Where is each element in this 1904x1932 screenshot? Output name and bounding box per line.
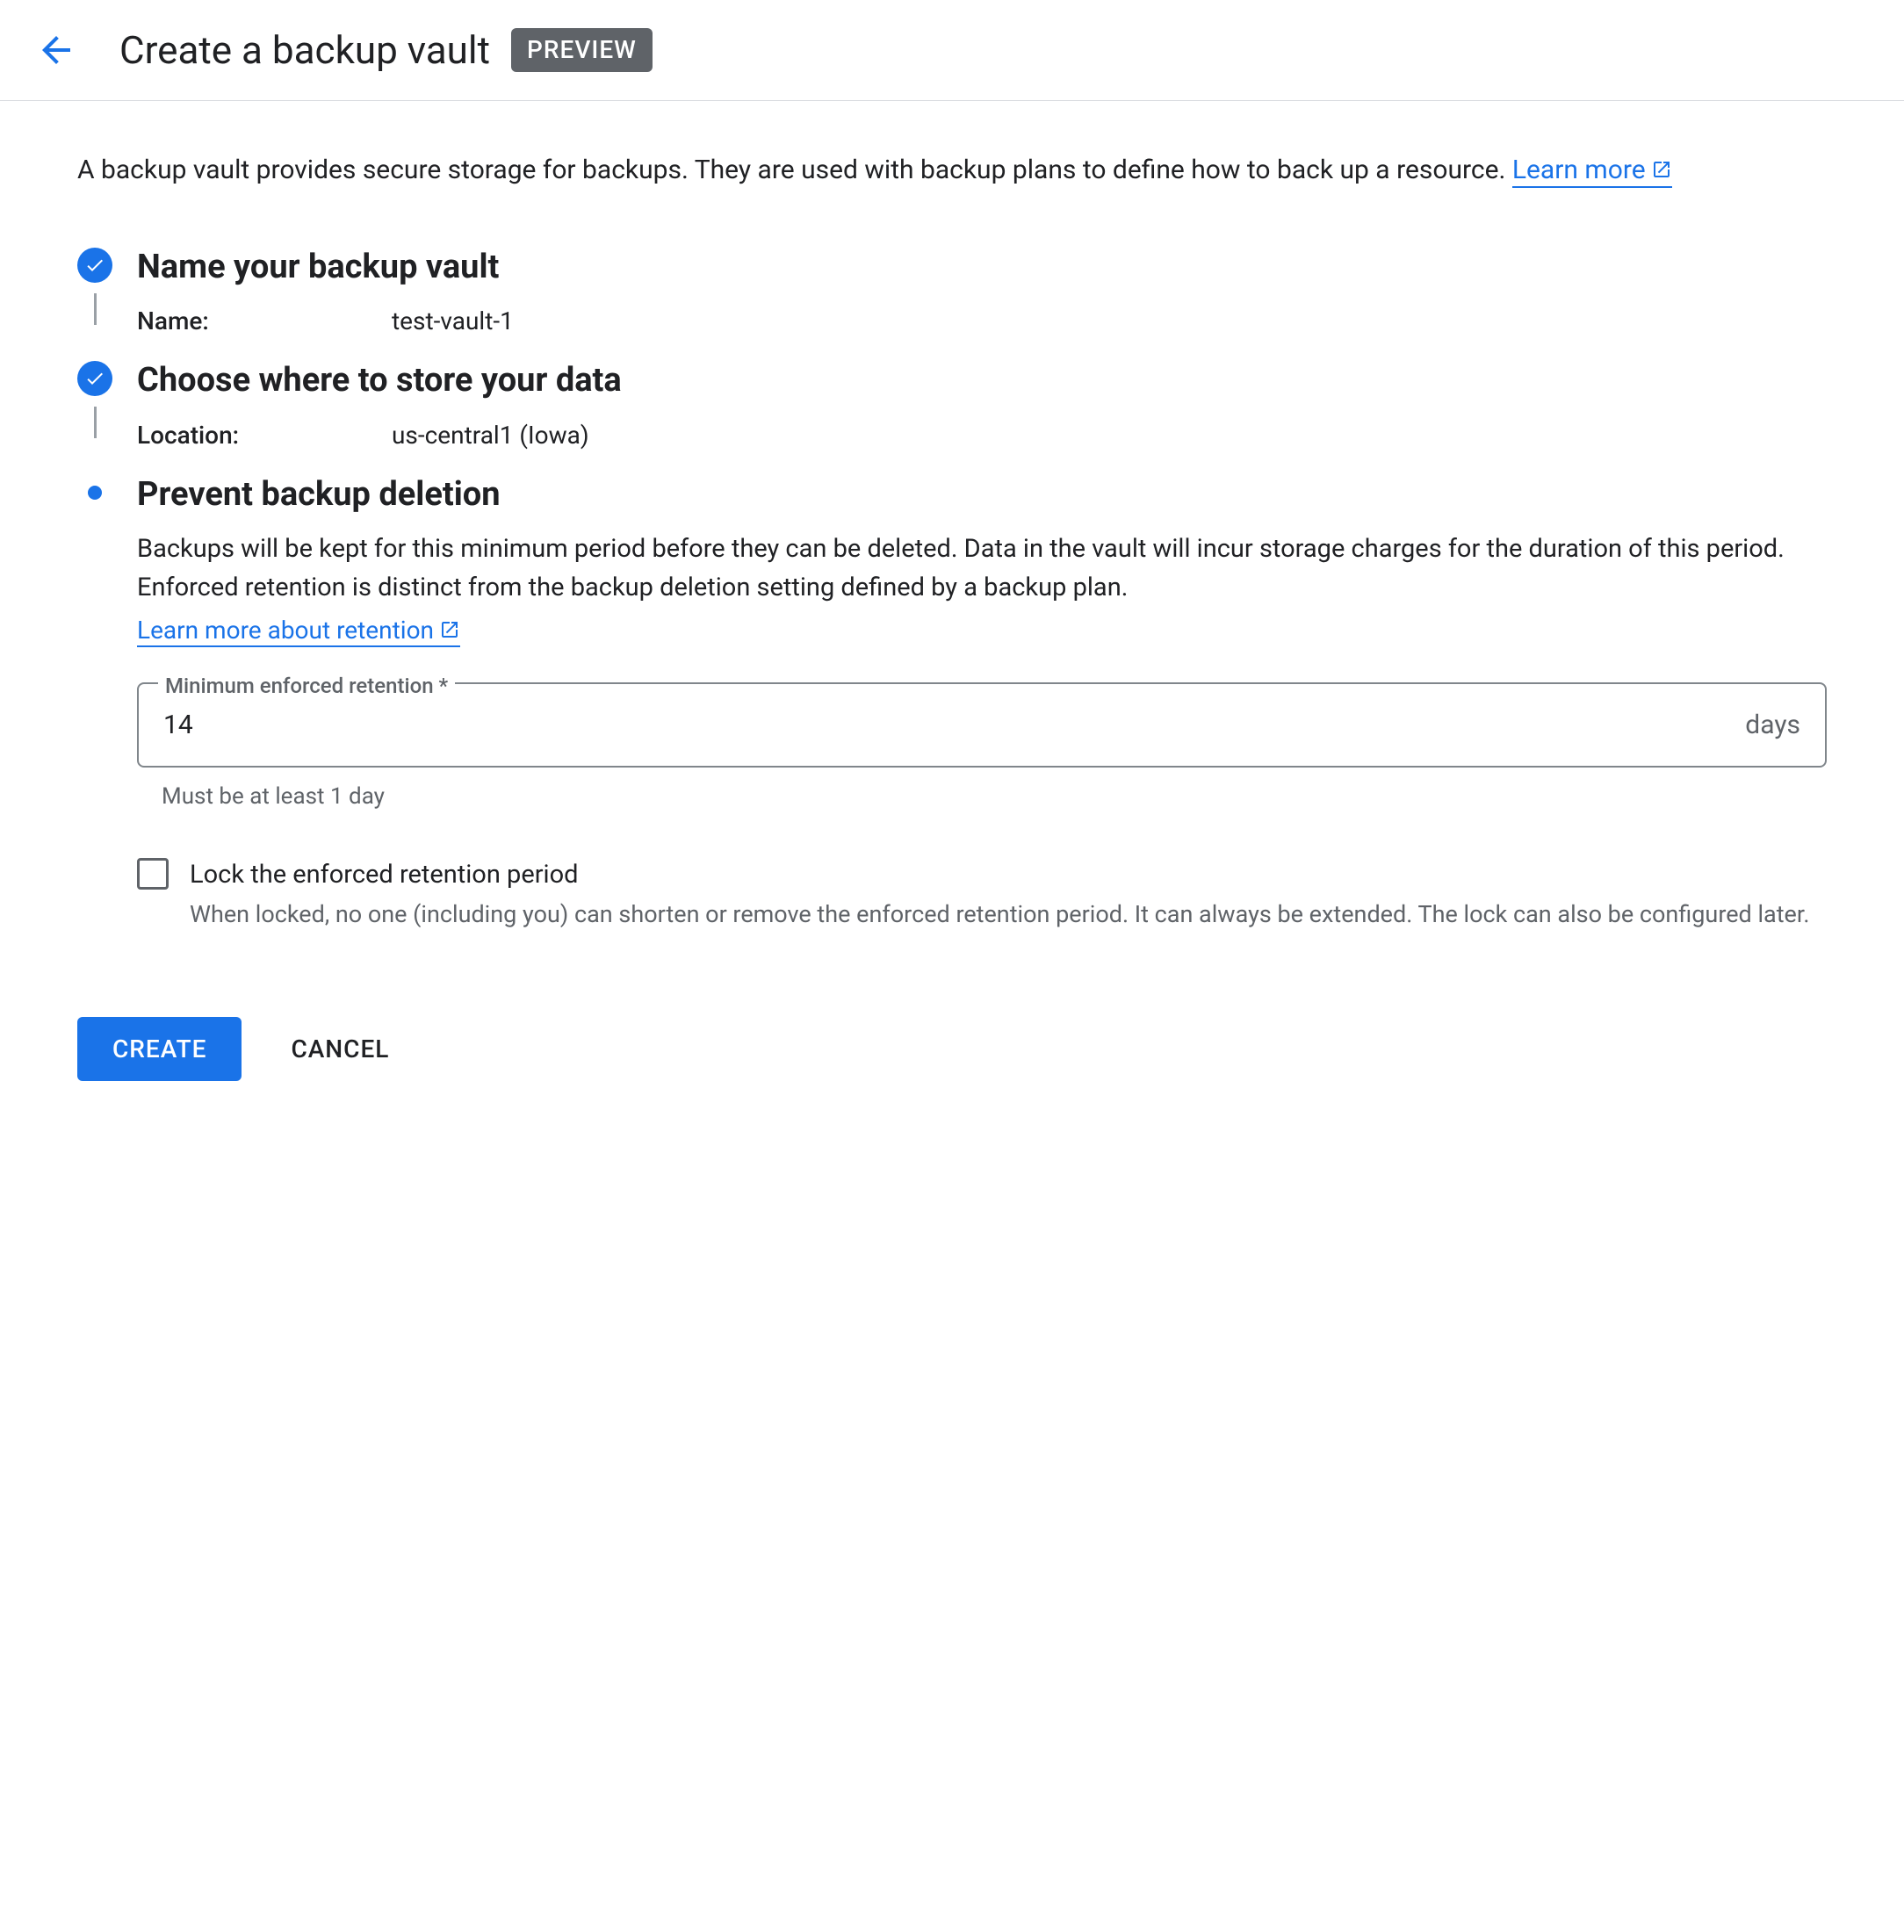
step-content: Name your backup vault Name: test-vault-…: [137, 248, 1827, 362]
learn-more-label: Learn more: [1512, 155, 1646, 185]
step-info-row: Name: test-vault-1: [137, 303, 1827, 340]
intro-text: A backup vault provides secure storage f…: [77, 150, 1827, 191]
step-indicator: [77, 248, 112, 335]
step-complete-icon: [77, 361, 112, 396]
back-arrow-icon[interactable]: [35, 29, 77, 71]
retention-learn-more-row: Learn more about retention: [137, 612, 1827, 651]
lock-checkbox-label: Lock the enforced retention period: [190, 856, 1827, 895]
step-content: Prevent backup deletion Backups will be …: [137, 475, 1827, 933]
learn-more-link[interactable]: Learn more: [1512, 155, 1672, 188]
retention-learn-more-label: Learn more about retention: [137, 616, 434, 645]
step-complete-icon: [77, 248, 112, 283]
cancel-button[interactable]: CANCEL: [291, 1034, 389, 1063]
lock-checkbox-sub: When locked, no one (including you) can …: [190, 898, 1827, 932]
retention-learn-more-link[interactable]: Learn more about retention: [137, 616, 460, 647]
actions: CREATE CANCEL: [77, 1017, 1827, 1081]
external-link-icon: [439, 614, 460, 651]
step-info-value: us-central1 (Iowa): [392, 417, 589, 454]
preview-badge: PREVIEW: [511, 28, 653, 72]
step-info-row: Location: us-central1 (Iowa): [137, 417, 1827, 454]
step-name[interactable]: Name your backup vault Name: test-vault-…: [77, 248, 1827, 362]
step-content: Choose where to store your data Location…: [137, 361, 1827, 475]
retention-input[interactable]: [163, 710, 1745, 740]
retention-description-text: Backups will be kept for this minimum pe…: [137, 534, 1785, 602]
step-location[interactable]: Choose where to store your data Location…: [77, 361, 1827, 475]
retention-hint: Must be at least 1 day: [162, 780, 1827, 814]
intro-text-body: A backup vault provides secure storage f…: [77, 155, 1512, 185]
content: A backup vault provides secure storage f…: [0, 101, 1904, 1130]
lock-checkbox[interactable]: [137, 858, 169, 890]
step-title: Choose where to store your data: [137, 361, 1827, 401]
create-button[interactable]: CREATE: [77, 1017, 242, 1081]
step-info-label: Name:: [137, 303, 392, 340]
page-title-container: Create a backup vault PREVIEW: [119, 21, 653, 79]
page-title: Create a backup vault: [119, 21, 490, 79]
step-indicator: [77, 475, 112, 500]
step-retention: Prevent backup deletion Backups will be …: [77, 475, 1827, 933]
step-current-icon: [88, 486, 102, 500]
retention-description: Backups will be kept for this minimum pe…: [137, 530, 1827, 607]
step-title: Name your backup vault: [137, 248, 1827, 288]
lock-checkbox-content: Lock the enforced retention period When …: [190, 856, 1827, 933]
step-connector: [94, 293, 97, 325]
retention-field-label: Minimum enforced retention *: [158, 670, 455, 702]
steps-container: Name your backup vault Name: test-vault-…: [77, 248, 1827, 933]
page-header: Create a backup vault PREVIEW: [0, 0, 1904, 101]
lock-checkbox-row: Lock the enforced retention period When …: [137, 856, 1827, 933]
step-indicator: [77, 361, 112, 449]
step-connector: [94, 407, 97, 438]
step-info-label: Location:: [137, 417, 392, 454]
retention-field: Minimum enforced retention * days: [137, 682, 1827, 768]
step-title: Prevent backup deletion: [137, 475, 1827, 515]
step-info-value: test-vault-1: [392, 303, 514, 340]
external-link-icon: [1651, 152, 1672, 191]
retention-suffix: days: [1745, 705, 1800, 745]
